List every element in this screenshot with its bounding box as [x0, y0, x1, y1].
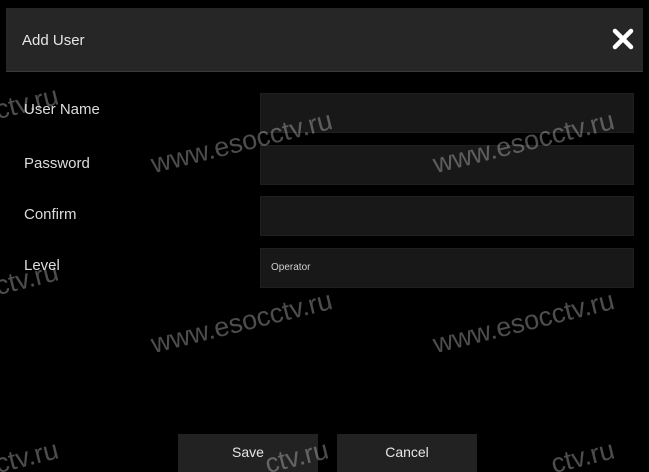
password-label: Password — [24, 155, 90, 172]
user-name-field[interactable] — [260, 93, 634, 133]
level-label: Level — [24, 257, 60, 274]
level-select-value: Operator — [271, 262, 311, 273]
confirm-field[interactable] — [260, 196, 634, 236]
confirm-input[interactable] — [261, 197, 633, 235]
user-name-label: User Name — [24, 101, 100, 118]
dialog-titlebar: Add User — [6, 8, 643, 72]
add-user-dialog: Add User User Name Password Confirm Leve… — [0, 0, 649, 472]
password-field[interactable] — [260, 145, 634, 185]
cancel-button[interactable]: Cancel — [337, 434, 477, 472]
user-name-input[interactable] — [261, 94, 633, 132]
level-select[interactable]: Operator — [260, 248, 634, 288]
close-icon — [612, 28, 634, 50]
save-button[interactable]: Save — [178, 434, 318, 472]
password-input[interactable] — [261, 146, 633, 184]
confirm-label: Confirm — [24, 206, 77, 223]
close-button[interactable] — [606, 22, 640, 56]
dialog-content: User Name Password Confirm Level Operato… — [6, 72, 643, 472]
dialog-title: Add User — [22, 32, 85, 49]
